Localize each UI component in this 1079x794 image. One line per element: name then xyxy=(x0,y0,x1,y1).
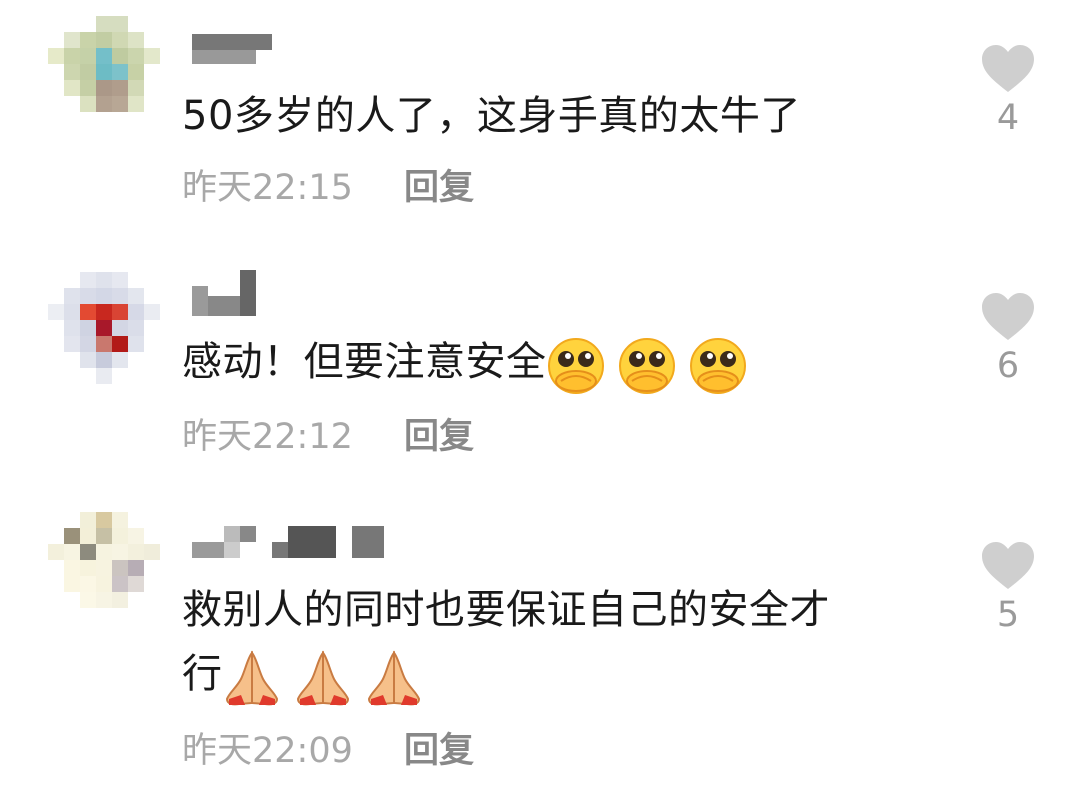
reply-button[interactable]: 回复 xyxy=(404,722,474,773)
comment-text-content: 行 xyxy=(182,651,223,697)
comment-text: 救别人的同时也要保证自己的安全才 行 xyxy=(182,578,942,708)
folded-hands-emoji xyxy=(296,650,349,706)
folded-hands-emoji xyxy=(225,650,278,706)
emoji-row xyxy=(223,644,423,708)
comment-item: 救别人的同时也要保证自己的安全才 行 昨天22:09 回复 5 xyxy=(0,0,1079,794)
heart-icon xyxy=(982,542,1034,589)
like-count: 5 xyxy=(996,595,1020,635)
avatar[interactable] xyxy=(48,512,160,624)
username-redacted[interactable] xyxy=(192,526,384,558)
comment-list: 50多岁的人了，这身手真的太牛了 昨天22:15 回复 4 感动！但要注意安全 … xyxy=(0,0,1079,794)
comment-text-line: 救别人的同时也要保证自己的安全才 xyxy=(182,587,830,633)
comment-meta: 昨天22:09 回复 xyxy=(182,725,474,771)
comment-text-line-2: 行 xyxy=(182,642,942,708)
timestamp: 昨天22:09 xyxy=(182,730,353,771)
like-button[interactable]: 5 xyxy=(978,541,1038,635)
folded-hands-emoji xyxy=(367,650,420,706)
